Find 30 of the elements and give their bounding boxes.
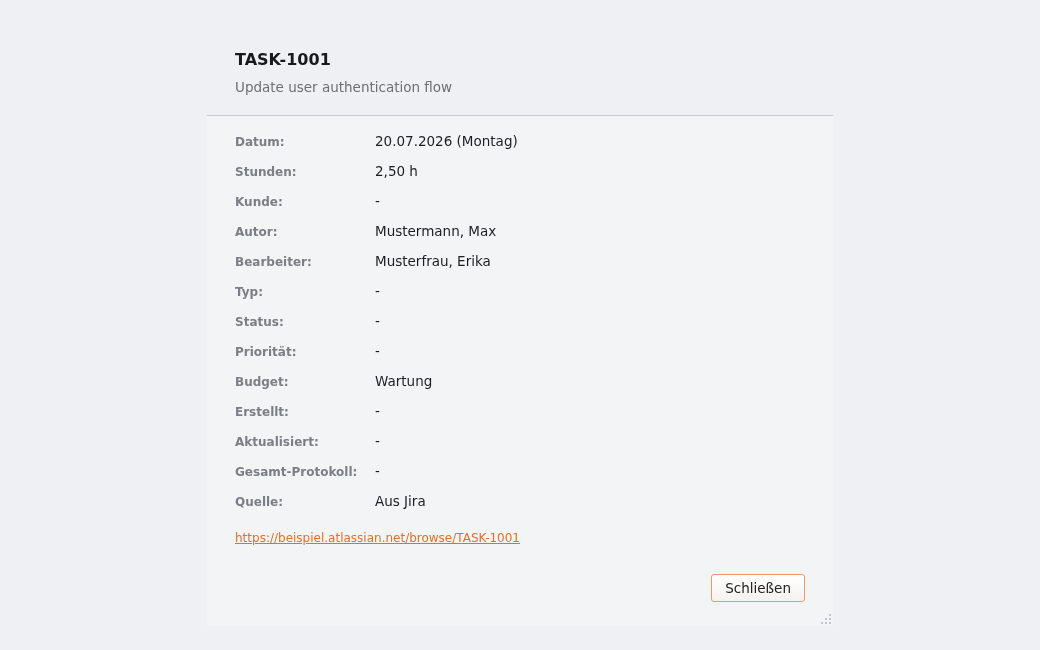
field-value: Wartung (375, 373, 433, 389)
field-label: Quelle: (235, 494, 285, 509)
field-value: Musterfrau, Erika (375, 253, 491, 269)
close-button[interactable]: Schließen (711, 574, 805, 602)
field-label: Autor: (235, 224, 279, 239)
field-value: Mustermann, Max (375, 223, 497, 239)
field-label: Budget: (235, 374, 290, 389)
field-value: - (375, 343, 380, 359)
field-label: Aktualisiert: (235, 434, 320, 449)
field-value: - (375, 283, 380, 299)
field-value: 20.07.2026 (Montag) (375, 133, 518, 149)
field-label: Priorität: (235, 344, 298, 359)
field-value: - (375, 433, 380, 449)
task-subtitle: Update user authentication flow (235, 79, 454, 95)
field-label: Erstellt: (235, 404, 290, 419)
field-value: - (375, 403, 380, 419)
field-value: - (375, 313, 380, 329)
field-label: Stunden: (235, 164, 298, 179)
field-label: Bearbeiter: (235, 254, 313, 269)
resize-grip-icon[interactable] (821, 614, 831, 624)
field-value: - (375, 463, 380, 479)
field-label: Gesamt-Protokoll: (235, 464, 359, 479)
field-label: Status: (235, 314, 285, 329)
field-label: Datum: (235, 134, 286, 149)
field-label: Typ: (235, 284, 264, 299)
field-value: Aus Jira (375, 493, 426, 509)
field-value: 2,50 h (375, 163, 418, 179)
field-value: - (375, 193, 380, 209)
task-title: TASK-1001 (235, 50, 332, 69)
field-label: Kunde: (235, 194, 284, 209)
